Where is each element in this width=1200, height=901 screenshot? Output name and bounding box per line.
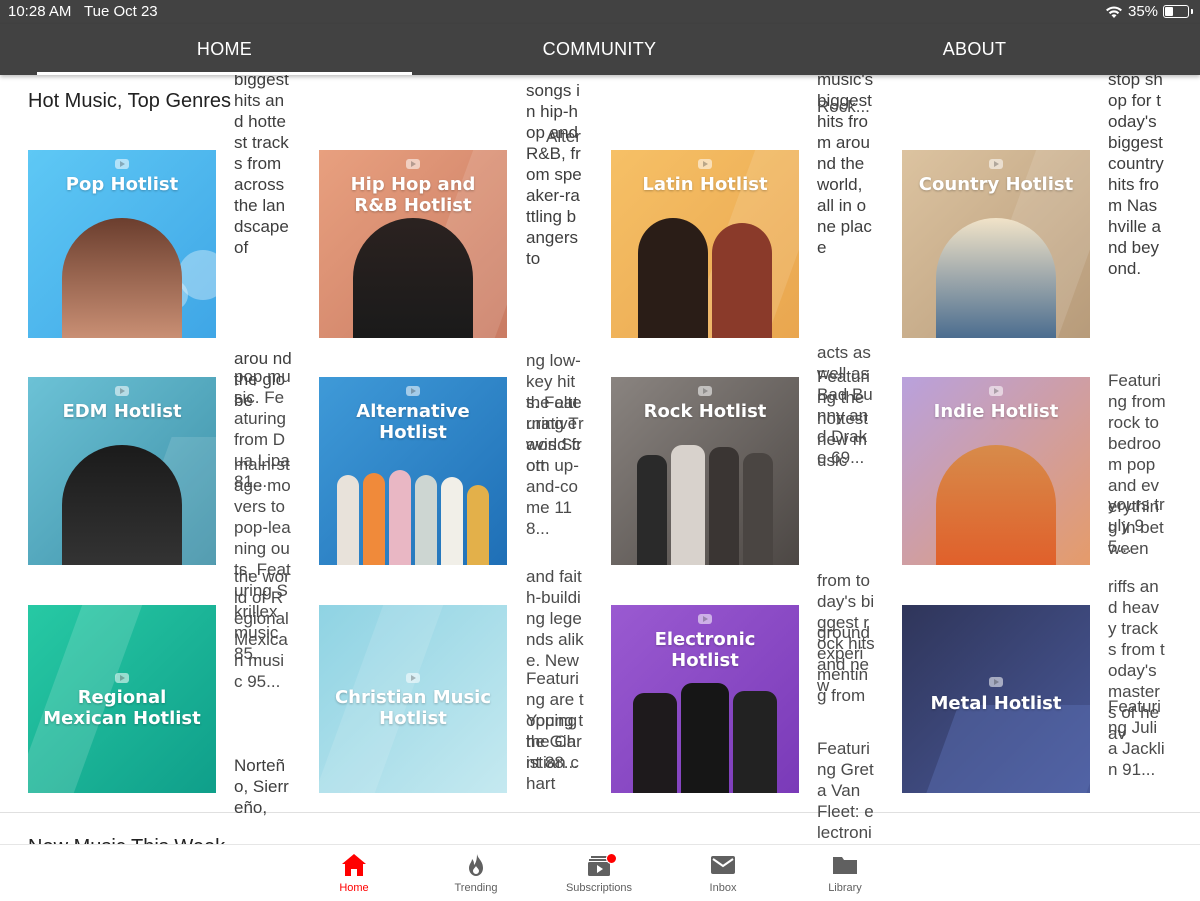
card-description-country: stop shop for today's biggest country hi… [1108,70,1164,278]
card-title-line2: Mexican Hotlist [43,708,201,729]
card-description-indie-artist: yours truly 95... [1108,495,1165,556]
nav-inbox[interactable]: Inbox [673,845,773,901]
playlist-card-electronic[interactable]: Electronic Hotlist [611,605,799,793]
artist-photo [936,218,1056,338]
mail-icon [711,856,735,874]
tab-selected-indicator [37,72,412,75]
tab-about[interactable]: ABOUT [787,24,1162,75]
playlist-card-edm[interactable]: EDM Hotlist [28,377,216,565]
youtube-badge-icon [406,673,420,683]
youtube-badge-icon [698,614,712,624]
tab-community[interactable]: COMMUNITY [412,24,787,75]
section-divider [0,812,1200,813]
nav-library[interactable]: Library [795,845,895,901]
card-description-christian: and faith-building legends alike. New [526,567,584,670]
card-title-line1: Christian Music [334,687,492,708]
tab-home[interactable]: HOME [37,24,412,75]
status-date: Tue Oct 23 [84,3,158,20]
card-title: EDM Hotlist [62,401,182,422]
nav-trending-label: Trending [454,882,498,894]
artist-photo [621,683,789,793]
card-title: Latin Hotlist [642,174,768,195]
card-title-line1: Regional [77,687,167,708]
artist-photo [62,218,182,338]
playlist-card-hiphop-rnb[interactable]: Hip Hop and R&B Hotlist [319,150,507,338]
flame-icon [469,854,483,876]
youtube-badge-icon [698,159,712,169]
playlist-card-latin[interactable]: Latin Hotlist [611,150,799,338]
youtube-badge-icon [115,386,129,396]
nav-trending[interactable]: Trending [426,845,526,901]
nav-subscriptions-label: Subscriptions [565,882,633,894]
wifi-icon [1106,6,1122,18]
youtube-badge-icon [115,159,129,169]
card-description-regional-mexican: the world of Regional Mexican music 95..… [234,567,290,691]
nav-home-label: Home [339,882,369,894]
card-description-metal-cont: Featuring Julia Jacklin 91... [1108,697,1165,779]
youtube-badge-icon [989,386,1003,396]
card-description-pop: biggest hits and hottest tracks from acr… [234,70,289,257]
card-title-line2: Hotlist [379,708,447,729]
artist-photo [936,445,1056,565]
folder-icon [833,857,857,874]
playlist-card-christian[interactable]: Christian Music Hotlist [319,605,507,793]
artist-photo [621,218,789,338]
card-description-christian-artist: Young the Giant 88... [526,711,584,772]
playlist-card-regional-mexican[interactable]: Regional Mexican Hotlist [28,605,216,793]
card-description-rock: Featuring the hottest new music [817,367,870,470]
playlist-card-country[interactable]: Country Hotlist [902,150,1090,338]
card-title: Metal Hotlist [930,693,1062,714]
playlist-card-metal[interactable]: Metal Hotlist [902,605,1090,793]
card-title-overlap-alternative: Alter [546,127,581,146]
bottom-navigation-bar: Home Trending Subscriptions Inbox Librar… [0,844,1200,901]
playlist-card-indie[interactable]: Indie Hotlist [902,377,1090,565]
card-title-line2: Hotlist [671,650,739,671]
card-title: Country Hotlist [918,174,1074,195]
card-title: Rock Hotlist [643,401,767,422]
youtube-badge-icon [989,159,1003,169]
card-title-overlap-rock: Rock... [817,97,870,116]
battery-icon [1163,5,1193,18]
card-title-line2: Hotlist [379,422,447,443]
youtube-badge-icon [115,673,129,683]
card-description-electronic: ground experimenting from [817,623,870,705]
notification-dot [606,853,617,864]
nav-home[interactable]: Home [304,845,404,901]
card-description-regional-mexican-cont: Norteño, Sierreño, [234,756,289,817]
card-title-line2: R&B Hotlist [354,195,472,216]
card-title-line1: Hip Hop and [350,174,476,195]
artist-photo [329,470,497,565]
playlist-card-alternative[interactable]: Alternative Hotlist [319,377,507,565]
nav-subscriptions[interactable]: Subscriptions [549,845,649,901]
status-bar: 10:28 AM Tue Oct 23 35% [0,0,1200,24]
nav-inbox-label: Inbox [709,882,737,894]
youtube-badge-icon [698,386,712,396]
playlist-card-rock[interactable]: Rock Hotlist [611,377,799,565]
top-tab-bar: HOME COMMUNITY ABOUT [0,24,1200,75]
section-title-genres: Hot Music, Top Genres [28,90,232,112]
home-icon [342,854,366,876]
card-description-alternative: the alternative world from up-and-come 1… [526,393,582,538]
artist-photo [62,445,182,565]
card-description-hiphop: songs in hip-hop and R&B, from speaker-r… [526,81,582,268]
status-time: 10:28 AM [8,3,72,20]
youtube-badge-icon [406,386,420,396]
card-title-line1: Electronic [654,629,756,650]
nav-library-label: Library [828,882,862,894]
playlist-card-pop[interactable]: Pop Hotlist [28,150,216,338]
card-title: Pop Hotlist [65,174,179,195]
youtube-badge-icon [989,677,1003,687]
card-title-line1: Alternative [356,401,470,422]
artist-photo [353,218,473,338]
youtube-badge-icon [406,159,420,169]
battery-percent: 35% [1128,3,1159,20]
artist-photo [621,445,789,565]
card-title: Indie Hotlist [933,401,1059,422]
